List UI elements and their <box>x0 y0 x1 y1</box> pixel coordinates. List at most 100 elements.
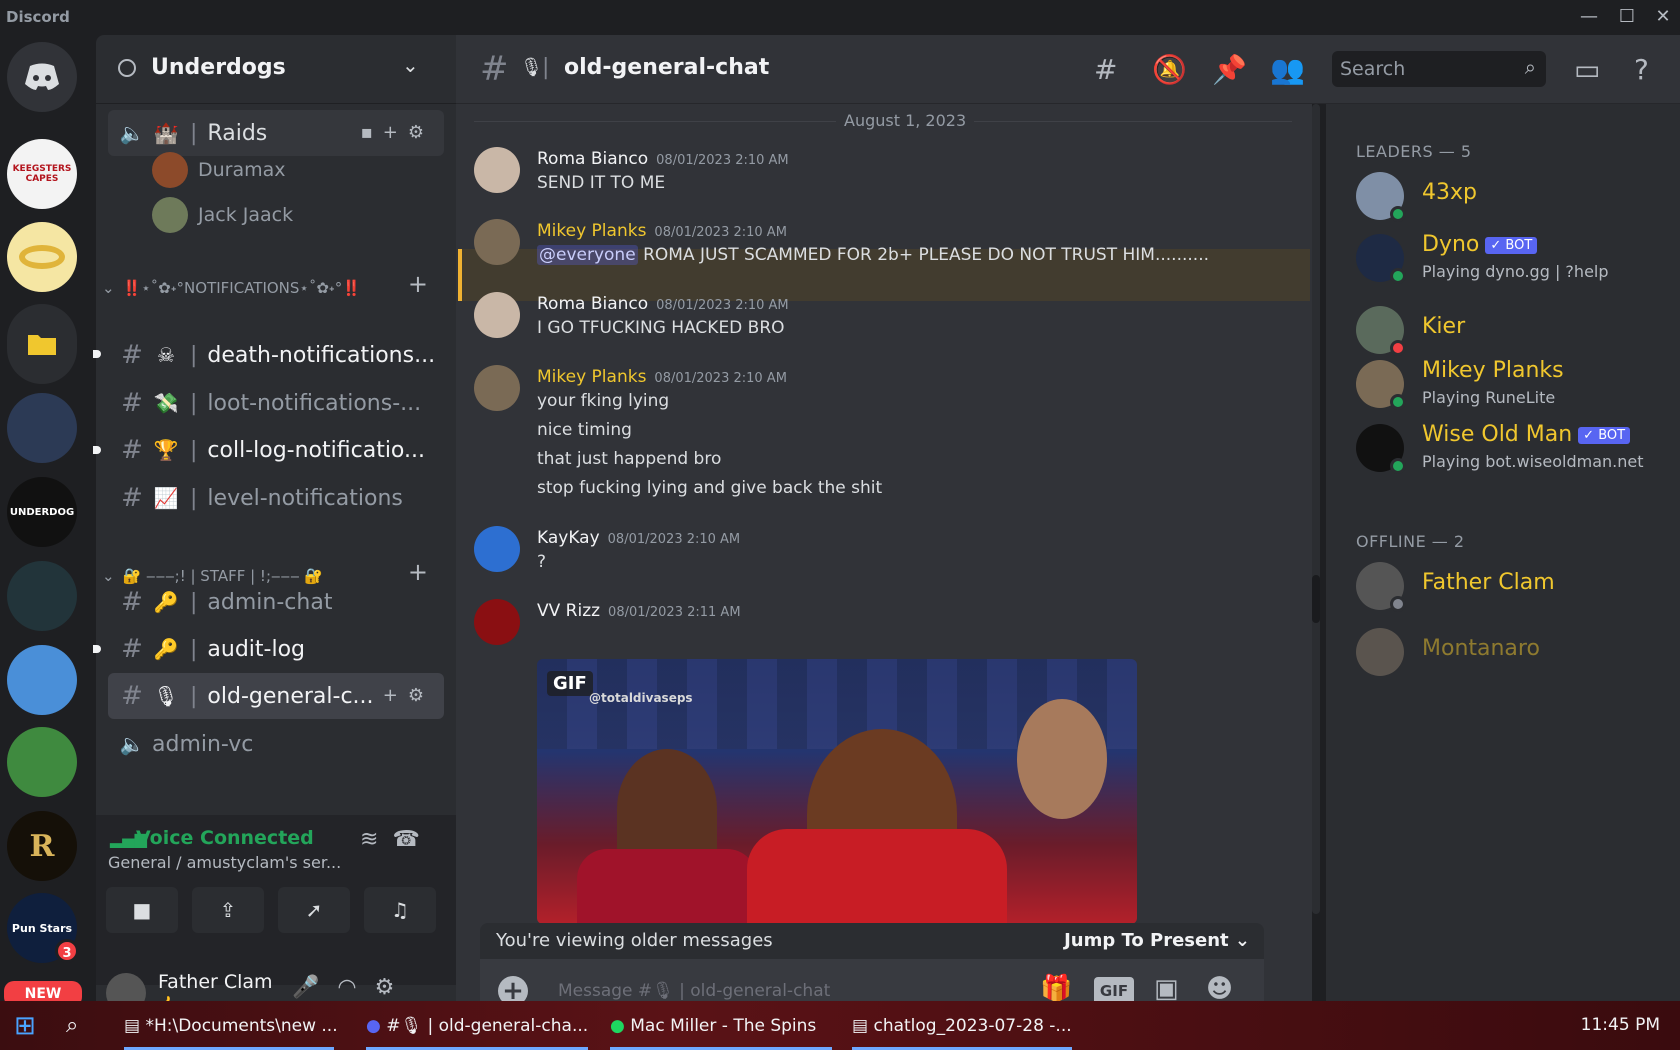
server-game-scene[interactable] <box>7 393 77 463</box>
gear-icon[interactable]: ⚙ <box>408 122 434 143</box>
member-item[interactable]: Father Clam <box>1356 558 1676 614</box>
inbox-icon[interactable]: ▭ <box>1574 53 1600 86</box>
locked-hash-icon: # <box>121 634 143 664</box>
server-pepe[interactable] <box>7 727 77 797</box>
avatar[interactable] <box>474 219 520 265</box>
everyone-mention[interactable]: @everyone <box>537 245 638 265</box>
voice-location[interactable]: General / amustyclam's ser... <box>108 853 341 872</box>
soundboard-button[interactable]: ♫ <box>364 887 436 933</box>
threads-icon[interactable]: # <box>1094 53 1117 86</box>
user-name[interactable]: Father Clam <box>158 971 273 993</box>
server-r-emblem[interactable]: R <box>7 811 77 881</box>
screen-share-button[interactable]: ⇪ <box>192 887 264 933</box>
channel-audit-log[interactable]: # 🔑 | audit-log <box>108 626 444 672</box>
noise-suppression-icon[interactable]: ≋ <box>360 827 392 852</box>
add-member-icon[interactable]: + <box>383 685 408 706</box>
server-keegsters[interactable]: KEEGSTERS CAPES <box>7 139 77 209</box>
channel-separator: | <box>542 55 550 80</box>
avatar[interactable] <box>474 292 520 338</box>
channel-label: death-notifications... <box>207 342 436 368</box>
search-icon[interactable]: ⌕ <box>66 1001 78 1050</box>
message-author[interactable]: Roma Bianco 08/01/2023 2:10 AM <box>537 294 789 314</box>
member-item[interactable]: Montanaro <box>1356 624 1676 680</box>
clock[interactable]: 11:45 PM <box>1581 1015 1660 1035</box>
server-header[interactable]: Underdogs ⌄ <box>96 35 456 104</box>
taskbar-chatlog[interactable]: ▤ chatlog_2023-07-28 -... <box>852 1001 1072 1050</box>
channel-admin-vc[interactable]: 🔈 admin-vc <box>108 721 444 767</box>
category-notifications[interactable]: ⌄ ‼️⋆˚✿˖°NOTIFICATIONS⋆˚✿˖°‼️ + <box>102 270 438 300</box>
disconnect-icon[interactable]: ☎ <box>392 827 433 852</box>
sticker-icon[interactable]: ▣ <box>1154 974 1179 1004</box>
member-item[interactable]: 43xp <box>1356 168 1676 224</box>
pin-icon[interactable]: 📌 <box>1212 53 1247 86</box>
member-name: 43xp <box>1422 180 1477 205</box>
add-channel-icon[interactable]: + <box>408 270 428 298</box>
avatar[interactable] <box>474 599 520 645</box>
jump-to-present-button[interactable]: Jump To Present ⌄ <box>1064 930 1250 951</box>
search-input[interactable] <box>1340 57 1510 81</box>
channel-label: admin-vc <box>152 731 254 757</box>
channel-admin-chat[interactable]: # 🔑 | admin-chat <box>108 579 444 625</box>
avatar[interactable] <box>474 365 520 411</box>
home-button[interactable] <box>7 42 77 112</box>
minimize-button[interactable]: — <box>1574 4 1604 30</box>
windows-start-icon[interactable]: ⊞ <box>14 1001 36 1050</box>
taskbar-spotify[interactable]: ● Mac Miller - The Spins <box>610 1001 832 1050</box>
gif-embed[interactable]: GIF @totaldivaseps <box>537 659 1137 924</box>
search-box[interactable]: ⌕ <box>1332 51 1546 87</box>
chat-scrollbar-thumb[interactable] <box>1312 575 1320 623</box>
help-icon[interactable]: ? <box>1634 53 1649 86</box>
channel-old-general-chat[interactable]: # 🎙 | old-general-c... +⚙ <box>108 673 444 719</box>
message-author[interactable]: KayKay 08/01/2023 2:10 AM <box>537 528 740 548</box>
close-button[interactable]: ✕ <box>1648 4 1678 30</box>
older-messages-bar[interactable]: You're viewing older messages Jump To Pr… <box>480 923 1264 959</box>
taskbar-notepad[interactable]: ▤ *H:\Documents\new ... <box>124 1001 338 1050</box>
avatar[interactable] <box>474 526 520 572</box>
search-icon[interactable]: ⌕ <box>1525 55 1536 79</box>
chat-icon[interactable]: ▪ <box>361 122 383 143</box>
gear-icon[interactable]: ⚙ <box>375 975 413 1000</box>
emoji-icon[interactable]: ☻ <box>1206 974 1233 1004</box>
member-item[interactable]: Kier <box>1356 302 1676 358</box>
chevron-down-icon[interactable]: ⌄ <box>402 53 419 77</box>
member-list-icon[interactable]: 👥 <box>1270 53 1305 86</box>
server-gold-bracelet[interactable] <box>7 222 77 292</box>
gear-icon[interactable]: ⚙ <box>408 685 434 706</box>
member-item[interactable]: Mikey Planks Playing RuneLite <box>1356 356 1676 412</box>
add-member-icon[interactable]: + <box>383 122 408 143</box>
channel-death-notifications[interactable]: # ☠ | death-notifications... <box>108 332 444 378</box>
chat-scrollbar[interactable] <box>1312 104 1320 914</box>
message-author[interactable]: Mikey Planks 08/01/2023 2:10 AM <box>537 367 787 387</box>
microphone-icon[interactable]: 🎤 <box>292 975 337 1000</box>
channel-emoji: 🔑 <box>153 590 179 614</box>
channel-separator: | <box>190 589 198 615</box>
avatar[interactable] <box>474 147 520 193</box>
channel-coll-log-notifications[interactable]: # 🏆 | coll-log-notificatio... <box>108 427 444 473</box>
notification-muted-icon[interactable]: 🔕 <box>1152 53 1187 86</box>
voice-status[interactable]: Voice Connected <box>136 827 314 849</box>
channel-tools[interactable]: +⚙ <box>383 685 434 706</box>
channel-tools[interactable]: ▪+⚙ <box>361 122 434 143</box>
maximize-button[interactable]: ☐ <box>1612 4 1642 30</box>
message-author[interactable]: Mikey Planks 08/01/2023 2:10 AM <box>537 221 787 241</box>
member-item[interactable]: Wise Old Man ✓ BOT Playing bot.wiseoldman… <box>1356 420 1676 476</box>
headphones-icon[interactable]: ◠ <box>337 975 374 1000</box>
activity-button[interactable]: ➚ <box>278 887 350 933</box>
channel-loot-notifications[interactable]: # 💸 | loot-notifications-... <box>108 380 444 426</box>
gift-icon[interactable]: 🎁 <box>1040 974 1072 1004</box>
member-item[interactable]: Dyno ✓ BOT Playing dyno.gg | ?help <box>1356 230 1676 286</box>
voice-user[interactable]: Jack Jaack <box>152 195 293 235</box>
taskbar: ⊞ ⌕ ▤ *H:\Documents\new ... ● #🎙 | old-g… <box>0 1001 1680 1050</box>
taskbar-discord[interactable]: ● #🎙 | old-general-cha... <box>366 1001 588 1050</box>
message-author[interactable]: VV Rizz 08/01/2023 2:11 AM <box>537 601 741 621</box>
member-name: Wise Old Man ✓ BOT <box>1422 422 1631 447</box>
server-folder[interactable] <box>7 304 77 384</box>
voice-user[interactable]: Duramax <box>152 150 286 190</box>
server-underdog[interactable]: UNDERDOG <box>7 477 77 547</box>
channel-level-notifications[interactable]: # 📈 | level-notifications <box>108 475 444 521</box>
camera-button[interactable]: ■ <box>106 887 178 933</box>
server-cartoon[interactable] <box>7 645 77 715</box>
message-author[interactable]: Roma Bianco 08/01/2023 2:10 AM <box>537 149 789 169</box>
folder-icon <box>28 335 56 355</box>
server-dark-hood[interactable] <box>7 561 77 631</box>
